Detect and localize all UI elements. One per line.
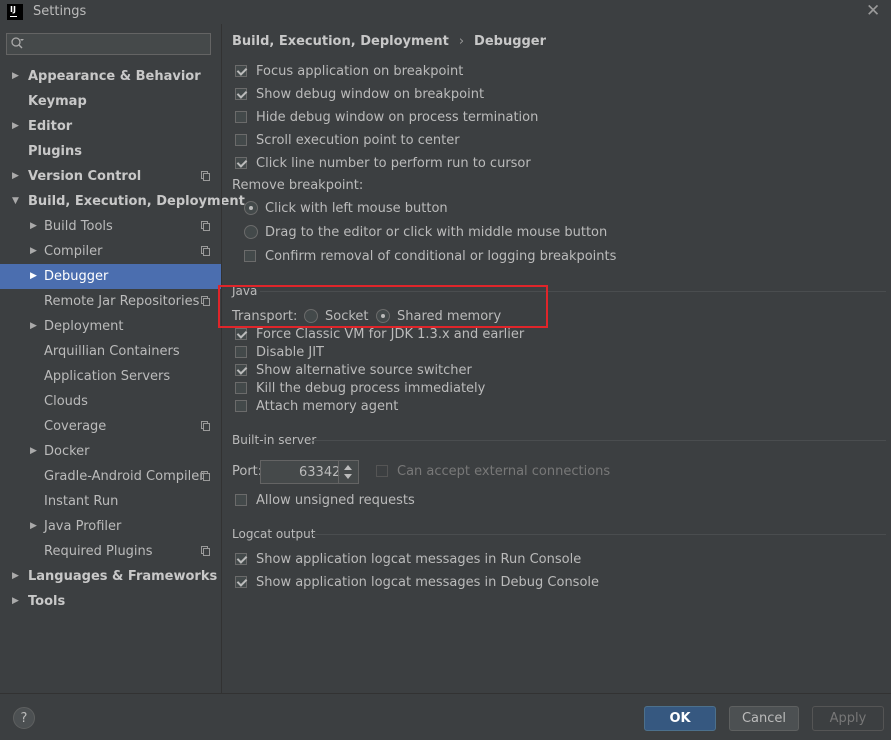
spinner-buttons[interactable] [338, 461, 358, 483]
help-button[interactable]: ? [13, 707, 35, 729]
checkbox-box[interactable] [235, 400, 247, 412]
checkbox-box[interactable] [235, 553, 247, 565]
sidebar-item-debugger[interactable]: ▶ Debugger [0, 264, 221, 289]
apply-button[interactable]: Apply [812, 706, 884, 731]
sidebar-item-build-execution-deployment[interactable]: ▼ Build, Execution, Deployment [0, 189, 245, 214]
section-divider [310, 440, 886, 441]
sidebar-item-build-tools[interactable]: ▶ Build Tools [0, 214, 221, 239]
title-bar: IJ Settings ✕ [0, 0, 891, 24]
checkbox-box[interactable] [235, 88, 247, 100]
sidebar-item-version-control[interactable]: ▶ Version Control [0, 164, 221, 189]
radio-button[interactable] [244, 201, 258, 215]
chevron-right-icon: ▶ [12, 571, 19, 581]
sidebar-item-remote-jar-repositories[interactable]: Remote Jar Repositories [0, 289, 221, 314]
checkbox-box[interactable] [235, 111, 247, 123]
sidebar-item-arquillian-containers[interactable]: Arquillian Containers [0, 339, 221, 364]
remove-breakpoint-label: Remove breakpoint: [232, 178, 364, 193]
sidebar-item-required-plugins[interactable]: Required Plugins [0, 539, 221, 564]
sidebar-item-deployment[interactable]: ▶ Deployment [0, 314, 221, 339]
chevron-down-icon: ▼ [12, 196, 19, 206]
project-scope-icon [201, 421, 210, 431]
checkbox-box[interactable] [235, 364, 247, 376]
sidebar-item-editor[interactable]: ▶ Editor [0, 114, 221, 139]
chevron-right-icon: ▶ [30, 246, 37, 256]
checkbox-box[interactable] [235, 328, 247, 340]
sidebar-item-application-servers[interactable]: Application Servers [0, 364, 221, 389]
ok-button[interactable]: OK [644, 706, 716, 731]
checkbox-box[interactable] [244, 250, 256, 262]
breadcrumb: Build, Execution, Deployment › Debugger [232, 34, 546, 49]
project-scope-icon [201, 221, 210, 231]
chevron-right-icon: ▶ [30, 521, 37, 531]
cancel-button[interactable]: Cancel [729, 706, 799, 731]
search-field[interactable] [6, 33, 211, 55]
port-spinner[interactable]: 63342 [260, 460, 359, 484]
window-title: Settings [33, 4, 87, 19]
section-divider [312, 534, 886, 535]
chevron-right-icon: ▶ [30, 221, 37, 231]
chevron-right-icon: ▶ [30, 446, 37, 456]
spin-up-icon[interactable] [344, 465, 352, 470]
breadcrumb-current: Debugger [474, 34, 547, 49]
highlight-annotation-box [218, 285, 548, 328]
port-input[interactable]: 63342 [299, 465, 340, 480]
project-scope-icon [201, 471, 210, 481]
breadcrumb-separator: › [458, 34, 465, 49]
checkbox-box[interactable] [235, 494, 247, 506]
intellij-logo-icon: IJ [7, 4, 23, 20]
chevron-right-icon: ▶ [12, 121, 19, 131]
checkbox-box[interactable] [376, 465, 388, 477]
project-scope-icon [201, 546, 210, 556]
sidebar-item-gradle-android-compiler[interactable]: Gradle-Android Compiler [0, 464, 221, 489]
chevron-right-icon: ▶ [12, 71, 19, 81]
sidebar-item-docker[interactable]: ▶ Docker [0, 439, 221, 464]
project-scope-icon [201, 296, 210, 306]
sidebar-item-java-profiler[interactable]: ▶ Java Profiler [0, 514, 221, 539]
chevron-right-icon: ▶ [30, 271, 37, 281]
checkbox-box[interactable] [235, 576, 247, 588]
chevron-right-icon: ▶ [30, 321, 37, 331]
project-scope-icon [201, 246, 210, 256]
checkbox-box[interactable] [235, 382, 247, 394]
logcat-section-title: Logcat output [232, 527, 316, 541]
checkbox-box[interactable] [235, 134, 247, 146]
sidebar-item-clouds[interactable]: Clouds [0, 389, 221, 414]
checkbox-box[interactable] [235, 346, 247, 358]
spin-down-icon[interactable] [344, 474, 352, 479]
sidebar-item-languages-frameworks[interactable]: ▶ Languages & Frameworks [0, 564, 221, 589]
sidebar-item-coverage[interactable]: Coverage [0, 414, 221, 439]
chevron-right-icon: ▶ [12, 596, 19, 606]
sidebar-item-keymap[interactable]: Keymap [0, 89, 221, 114]
sidebar-item-instant-run[interactable]: Instant Run [0, 489, 221, 514]
project-scope-icon [201, 171, 210, 181]
builtin-server-section-title: Built-in server [232, 433, 317, 447]
sidebar-item-tools[interactable]: ▶ Tools [0, 589, 221, 614]
checkbox-box[interactable] [235, 157, 247, 169]
breadcrumb-parent[interactable]: Build, Execution, Deployment [232, 34, 449, 49]
sidebar-item-compiler[interactable]: ▶ Compiler [0, 239, 221, 264]
chevron-right-icon: ▶ [12, 171, 19, 181]
radio-button[interactable] [244, 225, 258, 239]
close-icon[interactable]: ✕ [866, 1, 880, 21]
sidebar-item-appearance[interactable]: ▶ Appearance & Behavior [0, 64, 221, 89]
checkbox-box[interactable] [235, 65, 247, 77]
port-label: Port: [232, 464, 263, 479]
search-icon [11, 37, 24, 49]
sidebar-item-plugins[interactable]: Plugins [0, 139, 221, 164]
